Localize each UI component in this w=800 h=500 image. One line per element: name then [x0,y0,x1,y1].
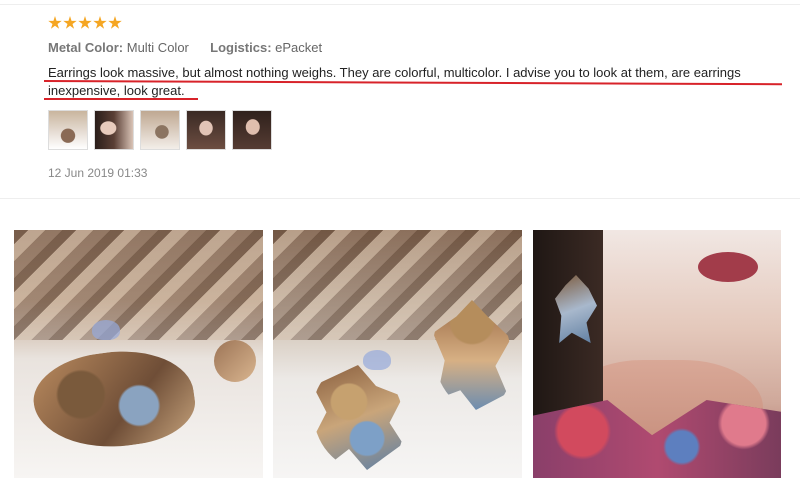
metal-color-value: Multi Color [126,40,189,55]
metal-color-label: Metal Color: [48,40,124,55]
divider [0,198,800,199]
review-thumbnail[interactable] [48,110,88,150]
lips [698,252,758,282]
review-thumbnail[interactable] [140,110,180,150]
star-icon [93,16,107,29]
review-thumbnails [48,110,272,150]
review-photo-earrings-flat[interactable] [14,230,263,478]
review-thumbnail[interactable] [186,110,226,150]
review-photo-earrings-pair[interactable] [273,230,522,478]
review-date: 12 Jun 2019 01:33 [48,166,148,180]
earring-leaf [28,341,200,458]
earring-stud [214,340,256,382]
star-icon [78,16,92,29]
logistics-label: Logistics: [210,40,272,55]
review-photo-worn[interactable] [533,230,781,478]
review-attributes: Metal Color: Multi Color Logistics: ePac… [48,40,322,55]
logistics-value: ePacket [275,40,323,55]
star-icon [48,16,62,29]
earring-back [92,320,120,340]
star-rating [48,16,122,36]
star-icon [63,16,77,29]
review-thumbnail[interactable] [94,110,134,150]
divider [0,4,800,5]
earring-back [363,350,391,370]
review-card: Metal Color: Multi Color Logistics: ePac… [0,0,800,200]
red-underline [44,98,198,100]
star-icon [108,16,122,29]
earring-leaf [313,365,403,470]
fabric-background [14,230,263,340]
review-thumbnail[interactable] [232,110,272,150]
